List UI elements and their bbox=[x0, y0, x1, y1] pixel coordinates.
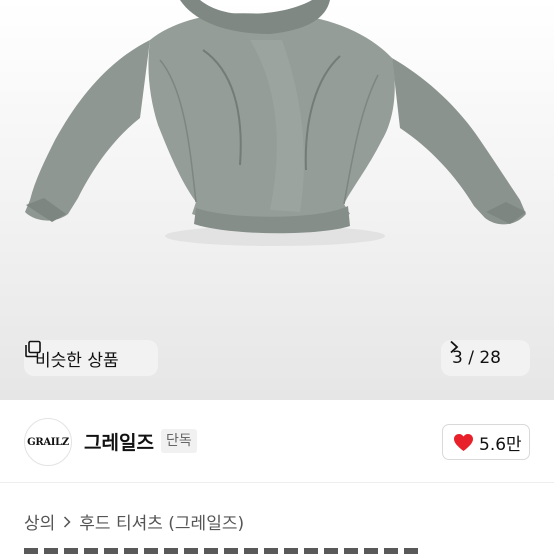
section-divider bbox=[0, 482, 554, 483]
breadcrumb-subcategory[interactable]: 후드 티셔츠 (그레일즈) bbox=[79, 509, 244, 534]
heart-icon bbox=[454, 433, 473, 451]
similar-products-label: 비슷한 상품 bbox=[35, 350, 119, 371]
chevron-right-icon bbox=[450, 340, 459, 354]
image-pager[interactable]: 3 / 28 bbox=[441, 340, 530, 376]
breadcrumb: 상의 후드 티셔츠 (그레일즈) bbox=[24, 509, 244, 534]
like-button[interactable]: 5.6만 bbox=[442, 424, 530, 460]
seller-logo-text: GRAILZ bbox=[27, 436, 69, 448]
breadcrumb-category[interactable]: 상의 bbox=[24, 509, 55, 534]
product-image-area[interactable]: 비슷한 상품 3 / 28 bbox=[0, 0, 554, 400]
product-title-cropped bbox=[24, 548, 424, 554]
like-count: 5.6만 bbox=[479, 434, 522, 455]
pager-text: 3 / 28 bbox=[452, 348, 501, 368]
copy-icon bbox=[25, 340, 41, 358]
seller-name[interactable]: 그레일즈 bbox=[84, 428, 154, 455]
seller-logo[interactable]: GRAILZ bbox=[24, 418, 72, 466]
exclusive-badge: 단독 bbox=[161, 429, 197, 453]
similar-products-button[interactable]: 비슷한 상품 bbox=[24, 340, 158, 376]
chevron-right-icon bbox=[64, 515, 71, 528]
